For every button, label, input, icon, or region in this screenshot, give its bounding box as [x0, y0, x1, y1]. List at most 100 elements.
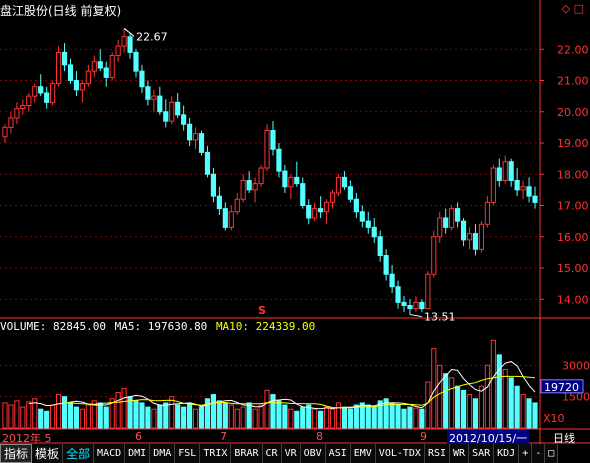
tab-all[interactable]: 全部 — [63, 444, 95, 463]
candle-body — [32, 86, 38, 97]
price-tick-label: 14.00 — [557, 293, 589, 306]
volume-bar — [389, 402, 395, 429]
volume-bar — [210, 394, 217, 429]
volume-bar — [50, 404, 56, 429]
candle-body — [169, 101, 175, 122]
ma10-value: MA10: 224339.00 — [215, 320, 316, 333]
tab-vol-tdx[interactable]: VOL-TDX — [375, 444, 425, 463]
volume-bar — [484, 364, 490, 429]
volume-bar — [163, 402, 169, 429]
candle-body — [455, 208, 461, 222]
tab-vr[interactable]: VR — [281, 444, 301, 463]
candle-body — [38, 86, 44, 94]
volume-bar — [449, 377, 455, 429]
candle-body — [163, 111, 169, 122]
volume-bar — [520, 394, 526, 429]
tab-dma[interactable]: DMA — [150, 444, 176, 463]
candle-body — [139, 70, 145, 88]
volume-bar — [61, 396, 68, 429]
add-button[interactable]: + — [519, 444, 533, 463]
volume-bar — [252, 408, 258, 429]
volume-bar — [67, 402, 74, 429]
tab-wr[interactable]: WR — [450, 444, 470, 463]
tab-macd[interactable]: MACD — [94, 444, 126, 463]
tab-dmi[interactable]: DMI — [125, 444, 151, 463]
candle-body — [252, 183, 258, 191]
candle-body — [282, 170, 288, 188]
candle-body — [97, 61, 103, 69]
tab-sar[interactable]: SAR — [469, 444, 495, 463]
volume-value: VOLUME: 82845.00 — [0, 320, 106, 333]
candle-body — [466, 233, 473, 241]
candle-body — [460, 220, 467, 241]
candle-body — [312, 208, 318, 219]
volume-bar — [282, 404, 288, 429]
candle-body — [44, 92, 50, 103]
settings-button[interactable]: □ — [545, 444, 559, 463]
candle-body — [443, 217, 449, 228]
tab-emv[interactable]: EMV — [350, 444, 376, 463]
candle-body — [115, 45, 121, 56]
candle-body — [121, 36, 127, 47]
volume-bar — [365, 404, 371, 429]
candle-body — [419, 301, 425, 310]
tab-brar[interactable]: BRAR — [231, 444, 263, 463]
kline-chart[interactable]: 22.67 13.51 S 22.00 21.00 20.00 19.00 18.00 17.… — [0, 0, 590, 463]
tab-trix[interactable]: TRIX — [200, 444, 232, 463]
candle-body — [449, 208, 455, 228]
remove-button[interactable]: - — [532, 444, 546, 463]
candle-body — [26, 95, 32, 106]
candle-body — [407, 305, 413, 310]
low-label: 13.51 — [424, 311, 456, 324]
candle-body — [276, 148, 282, 172]
volume-bar — [192, 408, 199, 429]
tab-rsi[interactable]: RSI — [424, 444, 451, 463]
candle-body — [323, 201, 330, 213]
volume-bars — [2, 339, 538, 429]
volume-bar — [133, 400, 139, 429]
candle-body — [413, 301, 419, 310]
volume-bar — [407, 406, 413, 429]
candle-body — [496, 167, 502, 181]
candle-body — [472, 233, 479, 250]
volume-info: VOLUME: 82845.00 MA5: 197630.80 MA10: 22… — [0, 320, 317, 333]
candle-body — [145, 86, 151, 100]
volume-bar — [455, 385, 461, 429]
price-tick-label: 16.00 — [557, 231, 589, 244]
candle-body — [395, 286, 401, 303]
candle-body — [329, 192, 336, 203]
price-tick-label: 21.00 — [557, 75, 589, 88]
volume-bar — [44, 410, 50, 429]
volume-bar — [216, 400, 222, 429]
candle-body — [353, 198, 359, 213]
tab-obv[interactable]: OBV — [300, 444, 326, 463]
price-tick-label: 19.00 — [557, 137, 589, 150]
candle-body — [85, 70, 91, 85]
volume-bar — [347, 408, 353, 429]
tab-indicator[interactable]: 指标 — [0, 444, 33, 463]
candle-body — [318, 208, 324, 213]
diamond-icon[interactable]: ◇ — [562, 2, 570, 15]
candle-body — [401, 301, 407, 306]
candle-body — [204, 151, 211, 175]
volume-bar — [318, 410, 324, 429]
volume-bar — [181, 406, 187, 429]
window-controls[interactable]: ◇ □ — [562, 2, 584, 15]
candle-body — [514, 180, 520, 191]
volume-bar — [157, 404, 163, 429]
price-tick-label: 22.00 — [557, 43, 589, 56]
candle-body — [175, 101, 181, 116]
tab-cr[interactable]: CR — [262, 444, 282, 463]
tab-template[interactable]: 模板 — [32, 444, 64, 463]
tab-kdj[interactable]: KDJ — [494, 444, 520, 463]
tab-fsl[interactable]: FSL — [175, 444, 201, 463]
price-tick-label: 15.00 — [557, 262, 589, 275]
volume-bar — [472, 398, 479, 429]
volume-bar — [514, 385, 520, 429]
tab-asi[interactable]: ASI — [325, 444, 351, 463]
candle-body — [222, 208, 228, 228]
date-label: 6 — [135, 430, 142, 443]
candle-body — [520, 186, 526, 191]
volume-unit-label: X10 — [543, 412, 565, 425]
square-icon[interactable]: □ — [574, 2, 584, 15]
